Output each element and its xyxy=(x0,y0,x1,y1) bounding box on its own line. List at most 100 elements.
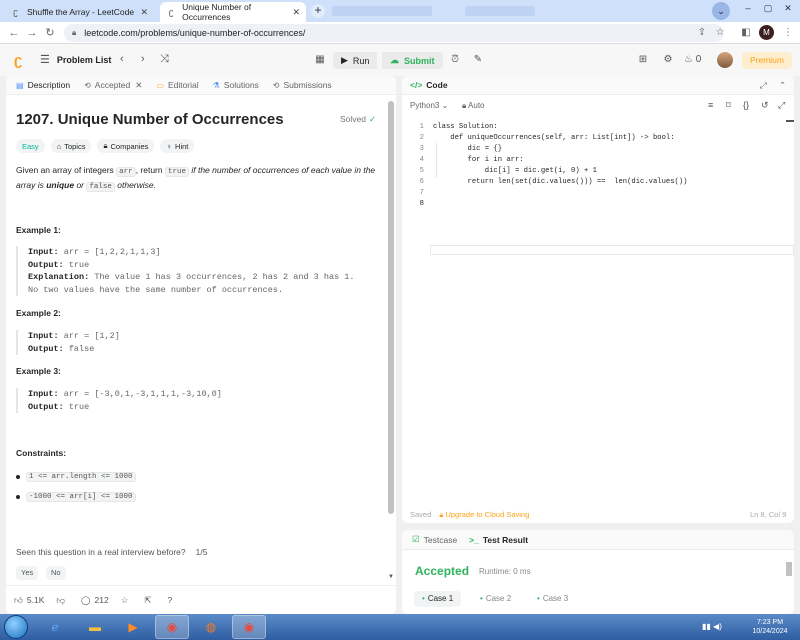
share-button[interactable]: ⇱ xyxy=(144,595,155,606)
tab-submissions[interactable]: ⟲ Submissions xyxy=(273,80,332,90)
tab-editorial[interactable]: ▭ Editorial xyxy=(156,80,198,90)
leetcode-favicon-icon: ʗ xyxy=(168,7,174,17)
bookmark-icon[interactable]: ⌑ xyxy=(726,100,731,111)
format-icon[interactable]: ≡ xyxy=(708,100,713,110)
star-icon[interactable]: ☆ xyxy=(712,25,728,41)
checkbox-icon: ☑ xyxy=(412,534,420,544)
example-explanation: No two values have the same number of oc… xyxy=(28,284,284,295)
forward-arrow-icon[interactable]: → xyxy=(24,25,40,41)
share-icon[interactable]: ⇪ xyxy=(694,25,710,41)
window-close-icon[interactable]: ✕ xyxy=(780,3,796,17)
case-label: Case 3 xyxy=(542,594,569,603)
shuffle-icon[interactable]: ⤨ xyxy=(160,53,169,66)
auto-mode-toggle[interactable]: 🔒︎ Auto xyxy=(462,101,485,111)
tab-accepted[interactable]: ⟲ Accepted ✕ xyxy=(84,80,142,91)
notes-icon[interactable]: ✎ xyxy=(470,52,486,68)
browser-tab-bar: ʗ Shuffle the Array - LeetCode ✕ ʗ Uniqu… xyxy=(0,0,800,22)
close-icon[interactable]: ✕ xyxy=(140,7,148,18)
description-panel: ▤ Description ⟲ Accepted ✕ ▭ Editorial ⚗… xyxy=(6,76,396,614)
scroll-down-arrow-icon[interactable]: ▼ xyxy=(388,574,394,580)
file-explorer-icon[interactable]: ▬ xyxy=(78,615,112,639)
code-editor[interactable]: 1 2 3 4 5 6 7 8 class Solution: def uniq… xyxy=(402,120,794,470)
system-clock[interactable]: 7:23 PM 10/24/2024 xyxy=(748,618,792,636)
hint-chip[interactable]: ♀ Hint xyxy=(160,139,195,153)
like-button[interactable]: 👍︎ 5.1K xyxy=(14,595,44,606)
lock-icon: 🔒︎ xyxy=(439,510,444,519)
premium-button[interactable]: Premium xyxy=(742,52,792,69)
url-text: leetcode.com/problems/unique-number-of-o… xyxy=(84,28,306,38)
browser-tab-unique-occurrences[interactable]: ʗ Unique Number of Occurrences ✕ xyxy=(160,2,306,22)
back-arrow-icon[interactable]: ← xyxy=(6,25,22,41)
tab-solutions[interactable]: ⚗ Solutions xyxy=(213,80,259,90)
result-scrollbar[interactable] xyxy=(786,562,792,576)
help-button[interactable]: ? xyxy=(167,595,176,605)
start-button[interactable] xyxy=(4,615,28,639)
like-count: 5.1K xyxy=(26,595,45,605)
user-avatar[interactable] xyxy=(717,52,733,68)
braces-icon[interactable]: {} xyxy=(743,100,749,110)
yes-button[interactable]: Yes xyxy=(16,566,39,580)
case-tab-1[interactable]: • Case 1 xyxy=(414,591,462,607)
case-tab-3[interactable]: • Case 3 xyxy=(529,591,576,607)
companies-chip[interactable]: 🔒︎ Companies xyxy=(97,139,155,153)
fullscreen-icon[interactable]: ⤢ xyxy=(778,100,785,111)
minimize-panel-icon[interactable]: ⌃ xyxy=(779,80,786,91)
problem-chips: Easy ⌂ Topics 🔒︎ Companies ♀ Hint xyxy=(16,139,200,153)
streak-counter[interactable]: ♨ 0 xyxy=(684,52,714,68)
grid-icon[interactable]: ⊞ xyxy=(635,52,651,68)
problem-list-button[interactable]: ☰ Problem List xyxy=(40,53,111,66)
expand-icon[interactable]: ⤢ xyxy=(760,80,767,91)
favorite-button[interactable]: ☆ xyxy=(121,595,133,606)
example-output: true xyxy=(68,401,90,412)
comments-button[interactable]: ◯ 212 xyxy=(81,595,109,606)
submit-button[interactable]: ☁ Submit xyxy=(382,52,443,69)
topics-chip[interactable]: ⌂ Topics xyxy=(50,139,92,153)
next-problem-icon[interactable]: › xyxy=(141,53,145,65)
editor-scroll-marker xyxy=(786,120,794,122)
chrome-profile-icon[interactable]: ◉ xyxy=(232,615,266,639)
timer-icon[interactable]: ⏰︎ xyxy=(447,52,463,68)
close-icon[interactable]: ✕ xyxy=(135,80,142,91)
media-player-icon[interactable]: ▶ xyxy=(116,615,150,639)
tab-testcase[interactable]: ☑ Testcase xyxy=(412,534,457,545)
sidepanel-icon[interactable]: ◧ xyxy=(738,25,754,41)
reset-icon[interactable]: ↺ xyxy=(761,100,769,111)
reload-icon[interactable]: ↻ xyxy=(42,25,58,41)
no-button[interactable]: No xyxy=(46,566,66,580)
upgrade-link[interactable]: 🔒︎ Upgrade to Cloud Saving xyxy=(439,510,529,519)
tab-description[interactable]: ▤ Description xyxy=(16,80,70,90)
leetcode-header: ʗ ☰ Problem List ‹ › ⤨ ▦ ▶ Run ☁ Submit … xyxy=(0,44,800,76)
debug-icon[interactable]: ▦ xyxy=(312,52,328,68)
url-input[interactable]: 🔒︎ leetcode.com/problems/unique-number-o… xyxy=(64,24,724,42)
browser-tab-shuffle[interactable]: ʗ Shuffle the Array - LeetCode ✕ xyxy=(4,2,154,22)
chrome-icon[interactable]: ◉ xyxy=(155,615,189,639)
language-select[interactable]: Python3 ⌄ xyxy=(410,101,448,110)
description-scrollbar[interactable] xyxy=(388,101,394,514)
bullet xyxy=(16,495,20,499)
settings-gear-icon[interactable]: ⚙ xyxy=(660,52,676,68)
interview-text: Seen this question in a real interview b… xyxy=(16,547,186,557)
leetcode-logo-icon[interactable]: ʗ xyxy=(14,52,28,69)
system-tray[interactable]: ▮▮ ◀) xyxy=(702,622,722,631)
dislike-button[interactable]: 👎︎ xyxy=(56,595,69,606)
firefox-icon[interactable]: ◍ xyxy=(194,615,228,639)
code-line: class Solution: xyxy=(433,123,498,131)
share-icon: ⇱ xyxy=(144,594,152,605)
tab-search-chevron-icon[interactable]: ⌄ xyxy=(712,2,730,20)
close-icon[interactable]: ✕ xyxy=(292,7,300,18)
problem-title[interactable]: 1207. Unique Number of Occurrences xyxy=(16,111,284,128)
kebab-menu-icon[interactable]: ⋮ xyxy=(780,25,796,41)
internet-explorer-icon[interactable]: ℯ xyxy=(38,615,72,639)
output-label: Output: xyxy=(28,401,64,412)
pass-dot-icon: • xyxy=(480,594,483,603)
prev-problem-icon[interactable]: ‹ xyxy=(120,53,124,65)
new-tab-plus-icon[interactable]: + xyxy=(311,4,325,18)
maximize-icon[interactable]: ▢ xyxy=(760,3,776,17)
run-button[interactable]: ▶ Run xyxy=(333,52,378,69)
profile-avatar[interactable]: M xyxy=(759,25,774,40)
tab-title: Shuffle the Array - LeetCode xyxy=(27,7,135,17)
minimize-icon[interactable]: – xyxy=(740,3,756,17)
list-icon: ☰ xyxy=(40,54,50,66)
case-tab-2[interactable]: • Case 2 xyxy=(472,591,519,607)
tab-test-result[interactable]: >_ Test Result xyxy=(469,535,528,545)
